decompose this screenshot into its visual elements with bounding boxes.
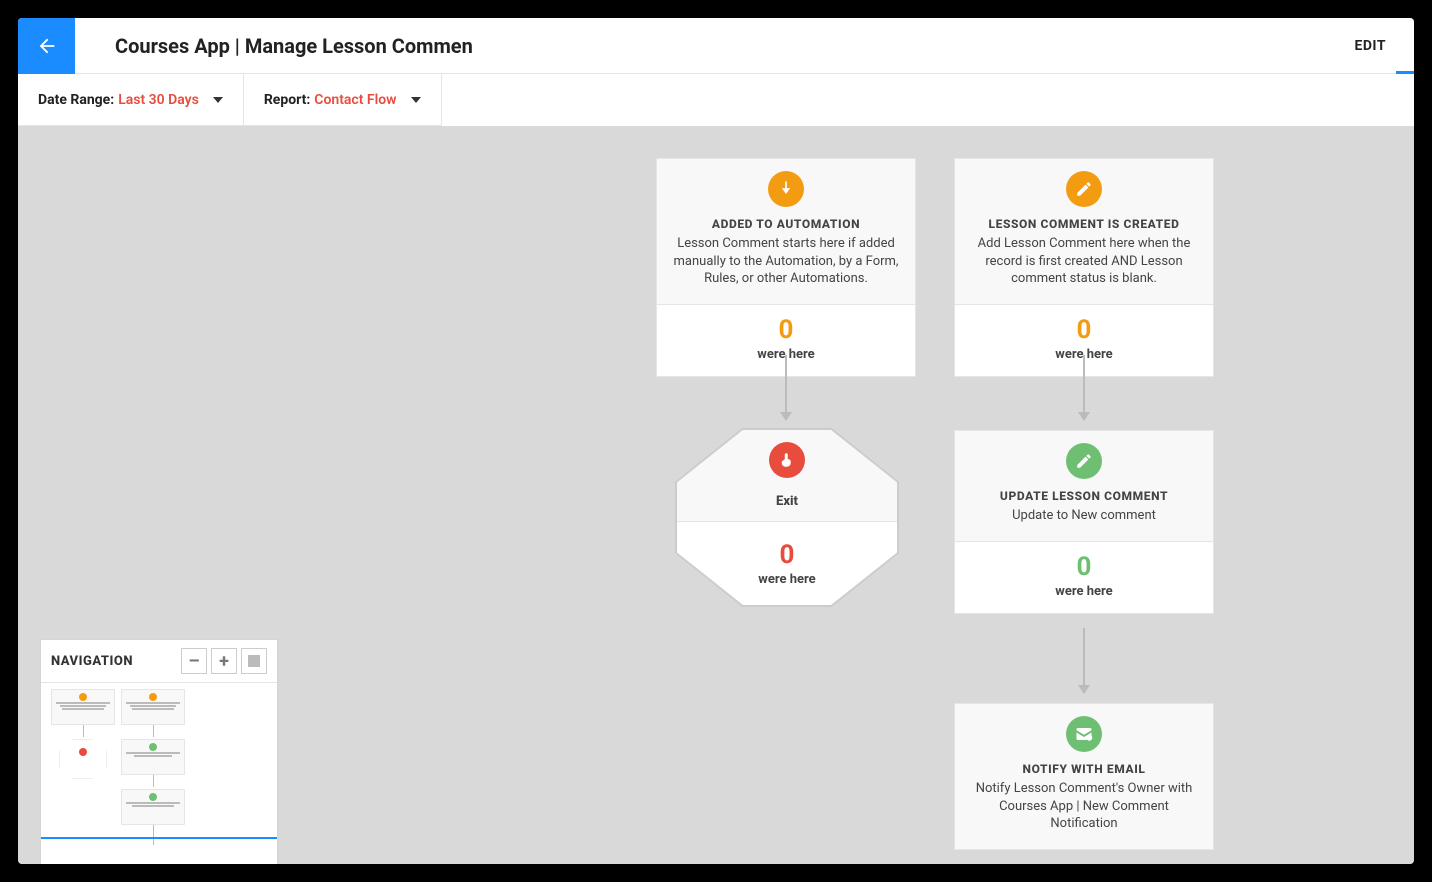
edit-button[interactable]: EDIT <box>1326 38 1414 54</box>
mini-text <box>126 702 180 704</box>
mini-icon <box>79 693 87 701</box>
navigation-minimap: NAVIGATION – + <box>40 639 278 864</box>
back-button[interactable] <box>18 18 75 74</box>
node-added-to-automation[interactable]: ADDED TO AUTOMATION Lesson Comment start… <box>656 158 916 377</box>
node-sub: were here <box>758 572 815 587</box>
connector <box>785 355 787 420</box>
node-title: Exit <box>776 494 798 509</box>
mini-node <box>121 739 185 775</box>
mini-text <box>62 708 104 710</box>
mini-connector <box>83 725 84 737</box>
hand-point-icon <box>769 442 805 478</box>
pencil-user-icon <box>1066 171 1102 207</box>
date-range-dropdown[interactable]: Date Range: Last 30 Days <box>18 74 244 126</box>
fit-to-screen-button[interactable] <box>241 648 267 674</box>
node-title: NOTIFY WITH EMAIL <box>971 762 1197 776</box>
nav-header: NAVIGATION – + <box>41 640 277 683</box>
node-desc: Update to New comment <box>971 507 1197 525</box>
arrow-left-icon <box>36 35 58 57</box>
report-label: Report: <box>264 92 310 108</box>
mini-connector <box>153 775 154 787</box>
node-count: 0 <box>971 552 1197 582</box>
mini-text <box>134 755 172 757</box>
node-desc: Lesson Comment starts here if added manu… <box>673 235 899 288</box>
node-header: UPDATE LESSON COMMENT Update to New comm… <box>955 431 1213 541</box>
mini-node <box>121 689 185 725</box>
exit-node-inner: Exit 0 were here <box>677 430 897 605</box>
mini-text <box>126 802 180 804</box>
date-range-label: Date Range: <box>38 92 114 108</box>
node-title: LESSON COMMENT IS CREATED <box>971 217 1197 231</box>
mail-user-icon <box>1066 716 1102 752</box>
node-count: 0 <box>971 315 1197 345</box>
exit-top: Exit <box>677 430 897 521</box>
node-header: LESSON COMMENT IS CREATED Add Lesson Com… <box>955 159 1213 304</box>
nav-title: NAVIGATION <box>51 654 133 669</box>
mini-text <box>126 752 180 754</box>
mini-exit <box>59 739 107 779</box>
mini-text <box>60 705 106 707</box>
mini-node <box>51 689 115 725</box>
mini-connector <box>153 725 154 737</box>
nav-body[interactable] <box>41 683 277 864</box>
mini-icon <box>149 743 157 751</box>
zoom-in-button[interactable]: + <box>211 648 237 674</box>
mini-icon <box>79 748 87 756</box>
viewport-indicator[interactable] <box>41 837 277 845</box>
report-value: Contact Flow <box>314 92 396 108</box>
toolbar: Date Range: Last 30 Days Report: Contact… <box>18 74 1414 126</box>
node-header: ADDED TO AUTOMATION Lesson Comment start… <box>657 159 915 304</box>
mini-text <box>130 705 176 707</box>
node-title: UPDATE LESSON COMMENT <box>971 489 1197 503</box>
connector <box>1083 355 1085 420</box>
node-sub: were here <box>971 584 1197 599</box>
mini-text <box>56 702 110 704</box>
node-count: 0 <box>673 315 899 345</box>
node-title: ADDED TO AUTOMATION <box>673 217 899 231</box>
zoom-out-button[interactable]: – <box>181 648 207 674</box>
connector <box>1083 628 1085 693</box>
node-notify-with-email[interactable]: NOTIFY WITH EMAIL Notify Lesson Comment'… <box>954 703 1214 850</box>
node-count: 0 <box>780 540 795 570</box>
mini-text <box>132 805 174 807</box>
chevron-down-icon <box>213 97 223 103</box>
mini-icon <box>149 693 157 701</box>
node-exit[interactable]: Exit 0 were here <box>677 430 897 605</box>
node-header: NOTIFY WITH EMAIL Notify Lesson Comment'… <box>955 704 1213 849</box>
mini-icon <box>149 793 157 801</box>
page-title: Courses App | Manage Lesson Commen <box>75 34 1326 58</box>
node-update-lesson-comment[interactable]: UPDATE LESSON COMMENT Update to New comm… <box>954 430 1214 614</box>
node-lesson-comment-created[interactable]: LESSON COMMENT IS CREATED Add Lesson Com… <box>954 158 1214 377</box>
node-footer: 0 were here <box>955 541 1213 613</box>
pencil-user-icon <box>1066 443 1102 479</box>
node-desc: Notify Lesson Comment's Owner with Cours… <box>971 780 1197 833</box>
report-dropdown[interactable]: Report: Contact Flow <box>244 74 442 126</box>
header: Courses App | Manage Lesson Commen EDIT <box>18 18 1414 74</box>
download-circle-icon <box>768 171 804 207</box>
app-frame: Courses App | Manage Lesson Commen EDIT … <box>18 18 1414 864</box>
flow-canvas[interactable]: ADDED TO AUTOMATION Lesson Comment start… <box>18 126 1414 864</box>
node-desc: Add Lesson Comment here when the record … <box>971 235 1197 288</box>
date-range-value: Last 30 Days <box>118 92 199 108</box>
exit-bottom: 0 were here <box>677 521 897 605</box>
nav-controls: – + <box>181 648 267 674</box>
mini-text <box>132 708 174 710</box>
mini-node <box>121 789 185 825</box>
chevron-down-icon <box>411 97 421 103</box>
